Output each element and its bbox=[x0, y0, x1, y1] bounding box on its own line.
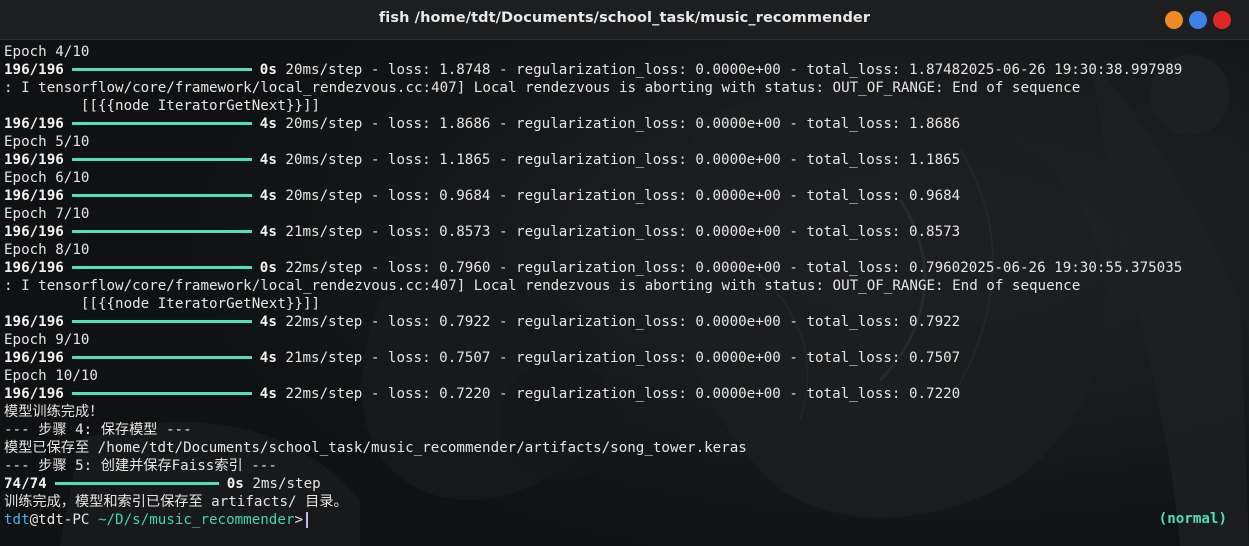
metrics-text: 20ms/step - loss: 1.1865 - regularizatio… bbox=[276, 152, 961, 168]
progress-line: 196/196 4s 22ms/step - loss: 0.7220 - reg… bbox=[4, 385, 1182, 403]
step-count: 196/196 bbox=[4, 224, 64, 240]
elapsed-time: 4s bbox=[259, 224, 277, 240]
elapsed-time: 0s bbox=[259, 62, 277, 78]
metrics-text: 21ms/step - loss: 0.7507 - regularizatio… bbox=[276, 350, 961, 366]
progress-bar bbox=[54, 481, 219, 485]
output-line: Epoch 7/10 bbox=[4, 206, 90, 222]
progress-line: 74/74 0s 2ms/step bbox=[4, 475, 1182, 493]
window-title: fish /home/tdt/Documents/school_task/mus… bbox=[378, 10, 871, 26]
output-line: : I tensorflow/core/framework/local_rend… bbox=[4, 278, 1081, 294]
metrics-text: 22ms/step - loss: 0.7220 - regularizatio… bbox=[276, 386, 961, 402]
metrics-text: 21ms/step - loss: 0.8573 - regularizatio… bbox=[276, 224, 961, 240]
progress-line: 196/196 0s 22ms/step - loss: 0.7960 - reg… bbox=[4, 259, 1182, 277]
output-line: --- 步骤 4: 保存模型 --- bbox=[4, 422, 192, 438]
close-icon[interactable] bbox=[1213, 11, 1231, 29]
output-line: [[{{node IteratorGetNext}}]] bbox=[4, 98, 321, 114]
output-line: Epoch 10/10 bbox=[4, 368, 98, 384]
step-count: 196/196 bbox=[4, 152, 64, 168]
prompt-path: ~/D/s/music_recommender bbox=[97, 512, 295, 528]
output-line: Epoch 4/10 bbox=[4, 44, 90, 60]
step-count: 196/196 bbox=[4, 350, 64, 366]
output-line: 模型训练完成！ bbox=[4, 404, 104, 420]
output-line: --- 步骤 5: 创建并保存Faiss索引 --- bbox=[4, 458, 277, 474]
step-count: 196/196 bbox=[4, 386, 64, 402]
step-count: 196/196 bbox=[4, 314, 64, 330]
metrics-text: 22ms/step - loss: 0.7960 - regularizatio… bbox=[276, 260, 1183, 276]
metrics-text: 22ms/step - loss: 0.7922 - regularizatio… bbox=[276, 314, 961, 330]
elapsed-time: 4s bbox=[259, 386, 277, 402]
terminal-lines: Epoch 4/10 196/196 0s 20ms/step - loss: 1.… bbox=[4, 43, 1182, 529]
minimize-icon[interactable] bbox=[1165, 11, 1183, 29]
output-line: : I tensorflow/core/framework/local_rend… bbox=[4, 80, 1081, 96]
progress-bar bbox=[71, 121, 252, 125]
elapsed-time: 4s bbox=[259, 314, 277, 330]
elapsed-time: 4s bbox=[259, 152, 277, 168]
metrics-text: 20ms/step - loss: 1.8748 - regularizatio… bbox=[276, 62, 1183, 78]
elapsed-time: 4s bbox=[259, 116, 277, 132]
progress-bar bbox=[71, 193, 252, 197]
metrics-text: 2ms/step bbox=[243, 476, 321, 492]
output-line: 模型已保存至 /home/tdt/Documents/school_task/m… bbox=[4, 440, 747, 456]
step-count: 196/196 bbox=[4, 62, 64, 78]
output-line: Epoch 9/10 bbox=[4, 332, 90, 348]
progress-line: 196/196 4s 22ms/step - loss: 0.7922 - reg… bbox=[4, 313, 1182, 331]
prompt-user: tdt bbox=[4, 512, 30, 528]
metrics-text: 20ms/step - loss: 1.8686 - regularizatio… bbox=[276, 116, 961, 132]
step-count: 196/196 bbox=[4, 188, 64, 204]
progress-line: 196/196 4s 20ms/step - loss: 1.1865 - reg… bbox=[4, 151, 1182, 169]
maximize-icon[interactable] bbox=[1189, 11, 1207, 29]
prompt-host: @tdt-PC bbox=[29, 512, 90, 528]
progress-bar bbox=[71, 355, 252, 359]
progress-bar bbox=[71, 157, 252, 161]
step-count: 196/196 bbox=[4, 116, 64, 132]
progress-bar bbox=[71, 229, 252, 233]
title-bar[interactable]: fish /home/tdt/Documents/school_task/mus… bbox=[0, 0, 1249, 40]
progress-line: 196/196 4s 21ms/step - loss: 0.8573 - reg… bbox=[4, 223, 1182, 241]
progress-bar bbox=[71, 265, 252, 269]
vi-mode-indicator: (normal) bbox=[1158, 511, 1227, 527]
elapsed-time: 0s bbox=[259, 260, 277, 276]
elapsed-time: 0s bbox=[226, 476, 244, 492]
step-count: 196/196 bbox=[4, 260, 64, 276]
progress-line: 196/196 4s 20ms/step - loss: 0.9684 - reg… bbox=[4, 187, 1182, 205]
step-count: 74/74 bbox=[4, 476, 47, 492]
output-line: Epoch 5/10 bbox=[4, 134, 90, 150]
elapsed-time: 4s bbox=[259, 188, 277, 204]
output-line: Epoch 8/10 bbox=[4, 242, 90, 258]
progress-line: 196/196 4s 21ms/step - loss: 0.7507 - reg… bbox=[4, 349, 1182, 367]
text-cursor[interactable] bbox=[305, 512, 308, 528]
progress-line: 196/196 4s 20ms/step - loss: 1.8686 - reg… bbox=[4, 115, 1182, 133]
progress-line: 196/196 0s 20ms/step - loss: 1.8748 - reg… bbox=[4, 61, 1182, 79]
terminal-output[interactable]: Epoch 4/10 196/196 0s 20ms/step - loss: 1.… bbox=[0, 40, 1249, 546]
output-line: [[{{node IteratorGetNext}}]] bbox=[4, 296, 321, 312]
output-line: 训练完成，模型和索引已保存至 artifacts/ 目录。 bbox=[4, 494, 348, 510]
progress-bar bbox=[71, 67, 252, 71]
elapsed-time: 4s bbox=[259, 350, 277, 366]
prompt-symbol: > bbox=[294, 512, 303, 528]
metrics-text: 20ms/step - loss: 0.9684 - regularizatio… bbox=[276, 188, 961, 204]
shell-prompt[interactable]: tdt@tdt-PC ~/D/s/music_recommender> bbox=[4, 511, 1182, 529]
progress-bar bbox=[71, 319, 252, 323]
output-line: Epoch 6/10 bbox=[4, 170, 90, 186]
terminal-window: fish /home/tdt/Documents/school_task/mus… bbox=[0, 0, 1249, 546]
progress-bar bbox=[71, 391, 252, 395]
